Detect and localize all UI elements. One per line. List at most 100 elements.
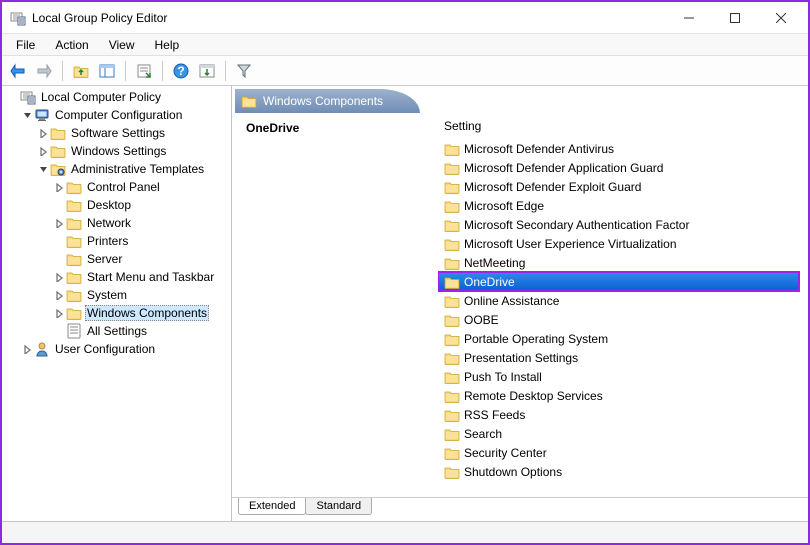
tree-label: Server	[85, 251, 124, 267]
list-item[interactable]: Portable Operating System	[438, 329, 805, 348]
tree-start-menu-taskbar[interactable]: Start Menu and Taskbar	[4, 268, 229, 286]
list-item[interactable]: OOBE	[438, 310, 805, 329]
list-item[interactable]: Search	[438, 424, 805, 443]
expander-icon[interactable]	[52, 198, 66, 212]
folder-icon	[444, 255, 460, 271]
expander-icon[interactable]	[52, 180, 66, 194]
expander-icon[interactable]	[6, 90, 20, 104]
tree-all-settings[interactable]: All Settings	[4, 322, 229, 340]
tab-extended[interactable]: Extended	[238, 498, 306, 515]
tree-label: Administrative Templates	[69, 161, 206, 177]
list-item-label: NetMeeting	[464, 256, 525, 270]
expander-icon[interactable]	[36, 144, 50, 158]
list-item[interactable]: NetMeeting	[438, 253, 805, 272]
list-item[interactable]: Shutdown Options	[438, 462, 805, 481]
tree-windows-settings[interactable]: Windows Settings	[4, 142, 229, 160]
close-button[interactable]	[758, 4, 804, 32]
toolbar-separator	[62, 61, 63, 81]
list-item[interactable]: RSS Feeds	[438, 405, 805, 424]
folder-icon	[444, 198, 460, 214]
tree-server[interactable]: Server	[4, 250, 229, 268]
expander-icon[interactable]	[52, 324, 66, 338]
menu-file[interactable]: File	[6, 36, 45, 54]
maximize-button[interactable]	[712, 4, 758, 32]
statusbar	[2, 521, 808, 543]
folder-icon	[444, 312, 460, 328]
list-item[interactable]: Remote Desktop Services	[438, 386, 805, 405]
menu-view[interactable]: View	[99, 36, 145, 54]
folder-icon	[66, 305, 82, 321]
expander-icon[interactable]	[52, 252, 66, 266]
expander-icon[interactable]	[52, 270, 66, 284]
list-item[interactable]: Microsoft Defender Exploit Guard	[438, 177, 805, 196]
list-item-label: RSS Feeds	[464, 408, 525, 422]
apply-button[interactable]	[195, 59, 219, 83]
forward-button[interactable]	[32, 59, 56, 83]
tree-label: Control Panel	[85, 179, 162, 195]
folder-icon	[444, 160, 460, 176]
list-item[interactable]: Presentation Settings	[438, 348, 805, 367]
tree-control-panel[interactable]: Control Panel	[4, 178, 229, 196]
folder-icon	[444, 236, 460, 252]
list-item-label: OOBE	[464, 313, 499, 327]
list-item[interactable]: Security Center	[438, 443, 805, 462]
window-title: Local Group Policy Editor	[32, 11, 666, 25]
tab-standard[interactable]: Standard	[305, 498, 372, 515]
folder-icon	[444, 179, 460, 195]
expander-icon[interactable]	[52, 306, 66, 320]
filter-button[interactable]	[232, 59, 256, 83]
tree-label: Windows Settings	[69, 143, 168, 159]
folder-icon	[444, 274, 460, 290]
up-button[interactable]	[69, 59, 93, 83]
tree-administrative-templates[interactable]: Administrative Templates	[4, 160, 229, 178]
tree-network[interactable]: Network	[4, 214, 229, 232]
folder-icon	[444, 445, 460, 461]
list-item[interactable]: Microsoft Edge	[438, 196, 805, 215]
folder-icon	[66, 215, 82, 231]
layout-button[interactable]	[95, 59, 119, 83]
tree-computer-configuration[interactable]: Computer Configuration	[4, 106, 229, 124]
list-item[interactable]: Microsoft Defender Application Guard	[438, 158, 805, 177]
tree-label: All Settings	[85, 323, 149, 339]
expander-icon[interactable]	[20, 108, 34, 122]
user-icon	[34, 341, 50, 357]
expander-icon[interactable]	[52, 216, 66, 230]
help-button[interactable]	[169, 59, 193, 83]
folder-icon	[66, 233, 82, 249]
expander-icon[interactable]	[36, 162, 50, 176]
header-title: Windows Components	[263, 94, 383, 108]
menu-action[interactable]: Action	[45, 36, 98, 54]
list-item[interactable]: Online Assistance	[438, 291, 805, 310]
menu-help[interactable]: Help	[145, 36, 190, 54]
expander-icon[interactable]	[36, 126, 50, 140]
titlebar: Local Group Policy Editor	[2, 2, 808, 34]
minimize-button[interactable]	[666, 4, 712, 32]
tree-printers[interactable]: Printers	[4, 232, 229, 250]
expander-icon[interactable]	[52, 234, 66, 248]
tree-label: Windows Components	[85, 305, 209, 321]
tree-windows-components[interactable]: Windows Components	[4, 304, 229, 322]
list-header[interactable]: Setting	[438, 115, 805, 139]
back-button[interactable]	[6, 59, 30, 83]
tree-user-configuration[interactable]: User Configuration	[4, 340, 229, 358]
tree-software-settings[interactable]: Software Settings	[4, 124, 229, 142]
app-icon	[10, 10, 26, 26]
export-button[interactable]	[132, 59, 156, 83]
folder-icon	[444, 369, 460, 385]
list-item[interactable]: Push To Install	[438, 367, 805, 386]
list-item[interactable]: Microsoft User Experience Virtualization	[438, 234, 805, 253]
list-item[interactable]: Microsoft Defender Antivirus	[438, 139, 805, 158]
tree-label: Computer Configuration	[53, 107, 184, 123]
tree-label: Desktop	[85, 197, 133, 213]
expander-icon[interactable]	[52, 288, 66, 302]
list-item[interactable]: OneDrive	[438, 272, 799, 291]
folder-icon	[66, 287, 82, 303]
tree-root[interactable]: Local Computer Policy	[4, 88, 229, 106]
content-row: OneDrive Setting Microsoft Defender Anti…	[238, 115, 805, 497]
expander-icon[interactable]	[20, 342, 34, 356]
list-item[interactable]: Microsoft Secondary Authentication Facto…	[438, 215, 805, 234]
tree-system[interactable]: System	[4, 286, 229, 304]
tree-desktop[interactable]: Desktop	[4, 196, 229, 214]
list-item-label: Remote Desktop Services	[464, 389, 603, 403]
selected-item-label: OneDrive	[246, 121, 430, 135]
